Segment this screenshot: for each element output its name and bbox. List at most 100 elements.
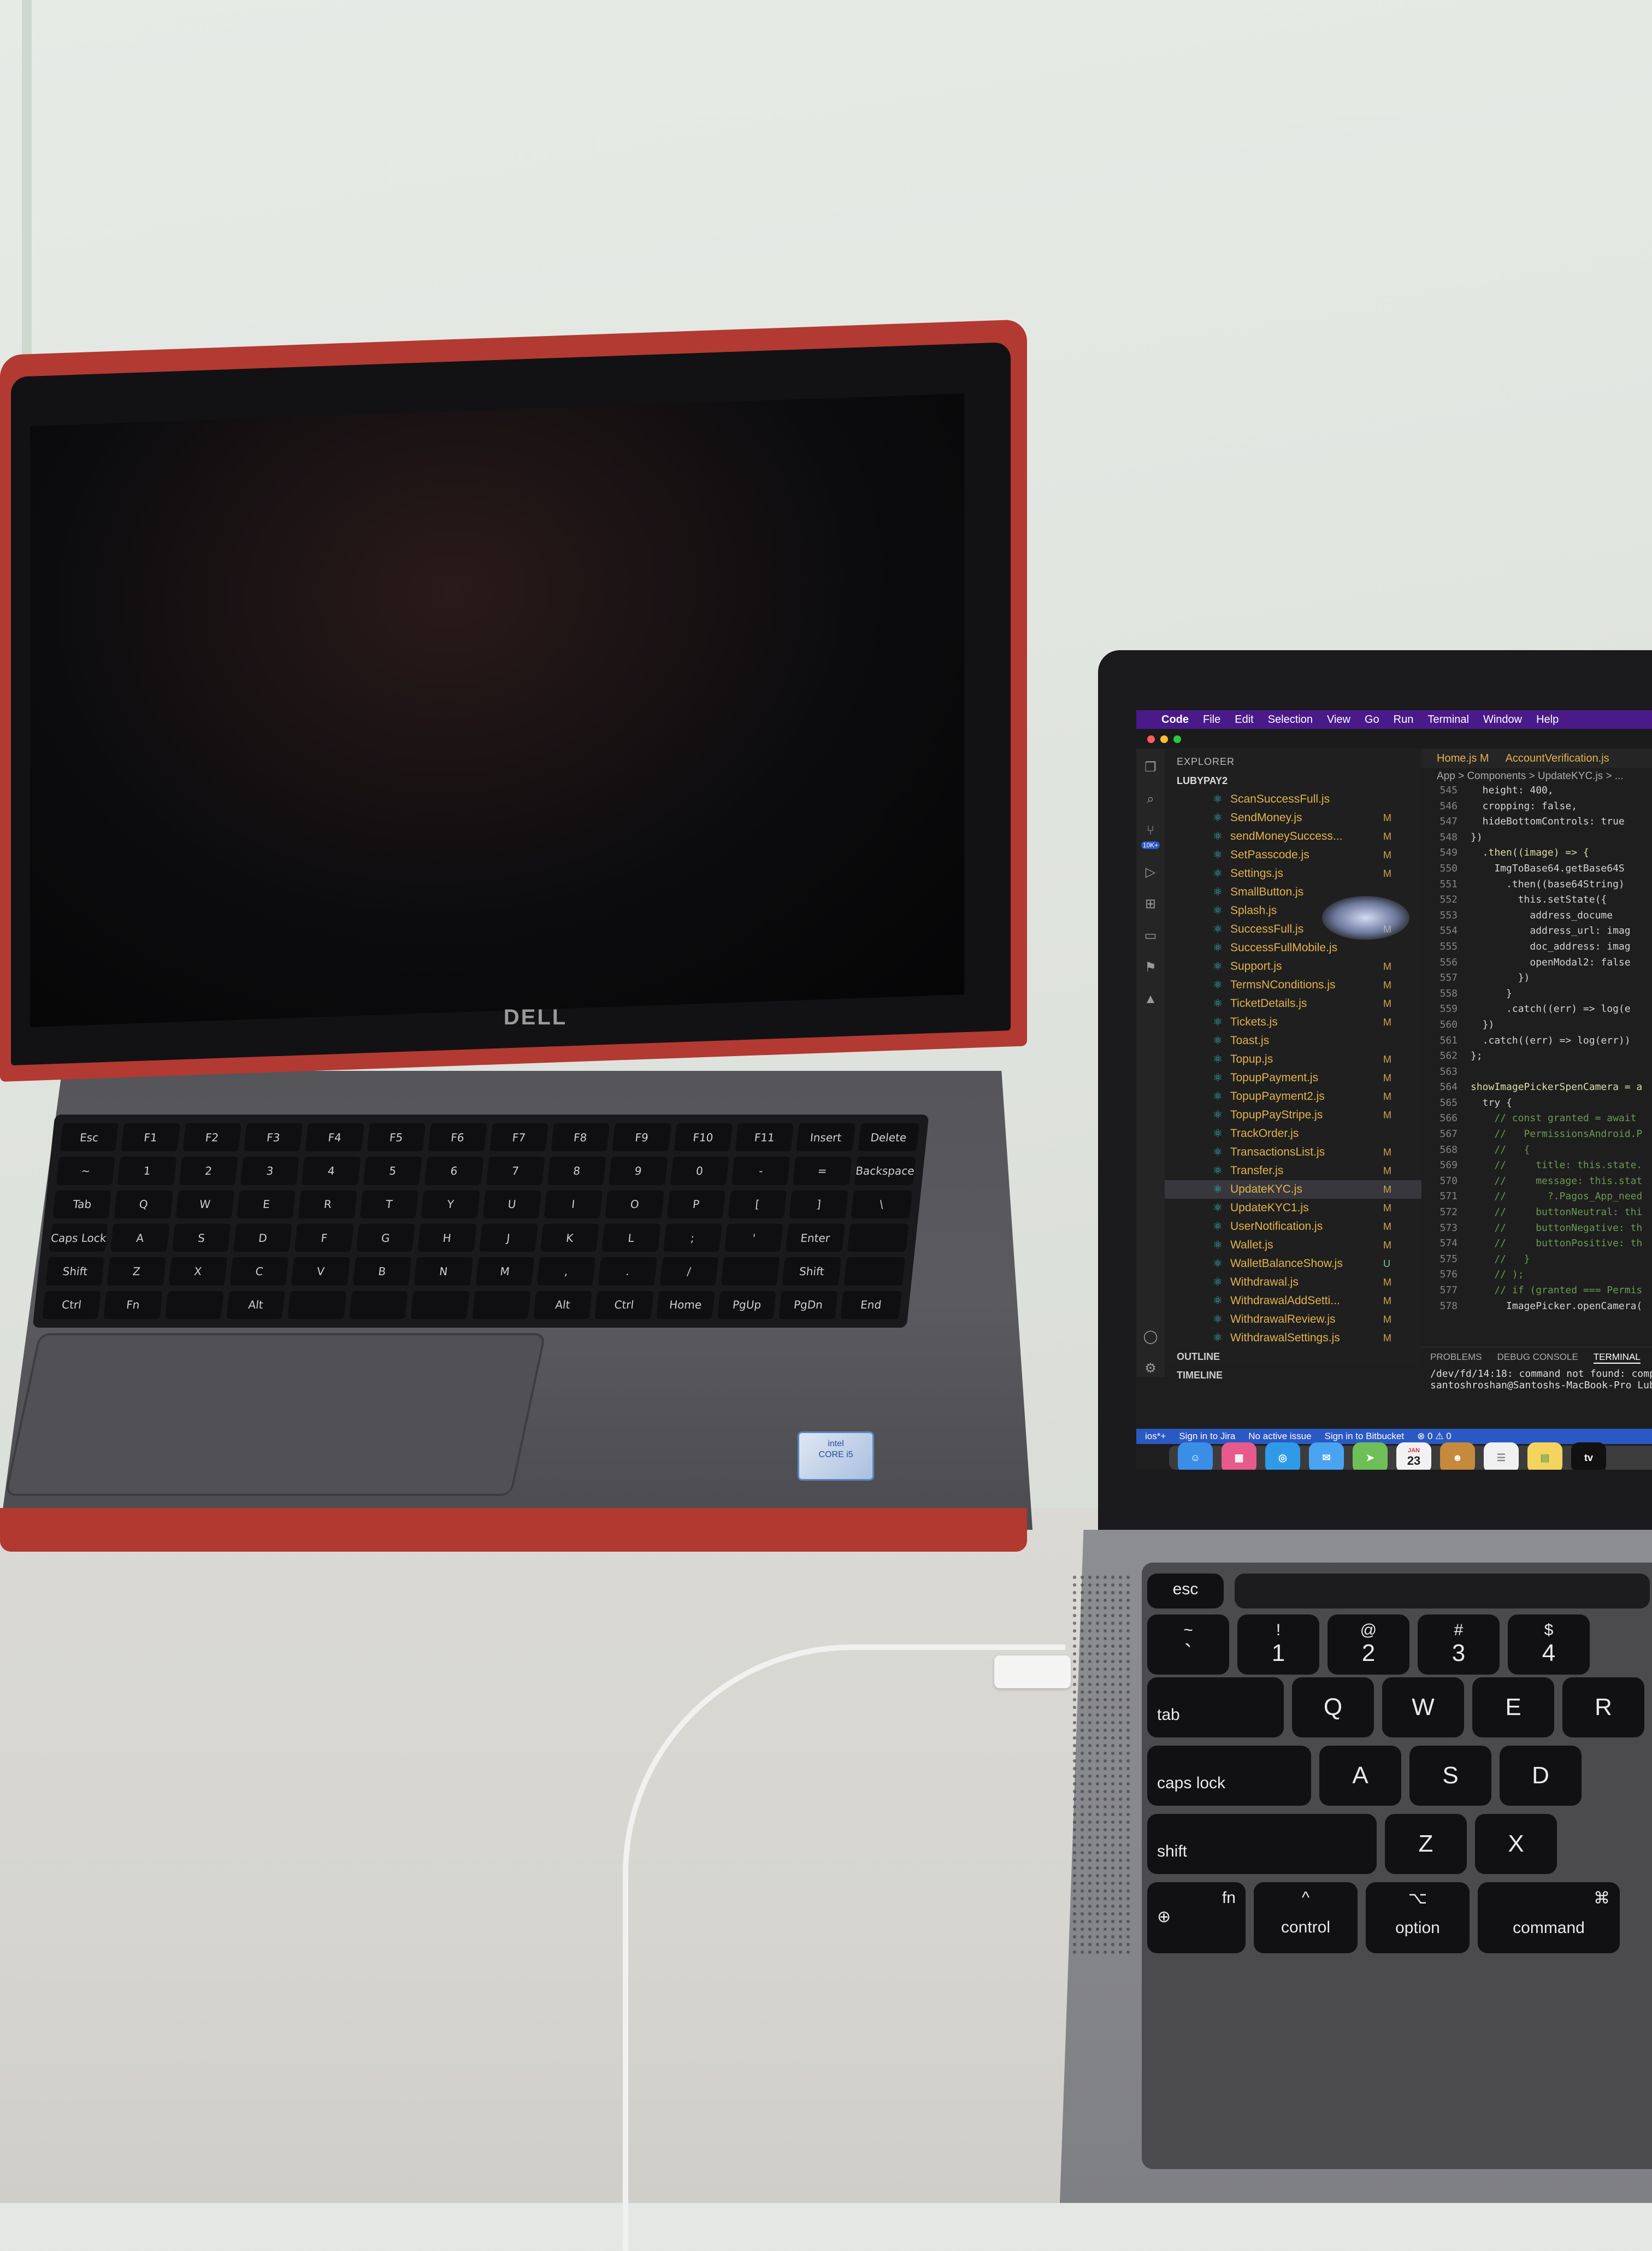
dell-key[interactable]: 5 (363, 1157, 422, 1185)
key-q[interactable]: Q (1292, 1677, 1374, 1737)
dell-key[interactable]: 8 (547, 1157, 606, 1185)
dell-key[interactable]: ' (724, 1223, 783, 1252)
dell-key[interactable]: ~ (56, 1157, 115, 1185)
option-key[interactable]: ⌥ option (1366, 1882, 1470, 1953)
minimize-button[interactable] (1160, 735, 1168, 743)
dell-key[interactable]: Shift (45, 1257, 105, 1286)
gear-icon[interactable]: ⚙ (1142, 1360, 1159, 1377)
dell-key[interactable]: U (482, 1190, 541, 1218)
panel-tab[interactable]: DEBUG CONSOLE (1497, 1352, 1578, 1364)
dell-key[interactable]: 2 (179, 1157, 238, 1185)
shift-key[interactable]: shift (1147, 1814, 1377, 1874)
control-key[interactable]: ^ control (1254, 1882, 1358, 1953)
file-item[interactable]: ⚛ ScanSuccessFull.js (1165, 790, 1421, 809)
dell-key[interactable]: End (840, 1291, 902, 1319)
dell-key[interactable]: Fn (103, 1291, 163, 1319)
dell-key[interactable] (843, 1257, 906, 1286)
dell-key[interactable]: E (237, 1190, 296, 1218)
dell-key[interactable]: W (175, 1190, 235, 1218)
dell-key[interactable]: \ (851, 1190, 912, 1218)
file-item[interactable]: ⚛ TopupPayment.js M (1165, 1069, 1421, 1087)
dell-key[interactable]: Esc (60, 1123, 119, 1152)
dell-key[interactable] (471, 1291, 531, 1319)
dell-key[interactable]: - (731, 1157, 790, 1185)
dell-key[interactable]: PgDn (778, 1291, 838, 1319)
explorer-icon[interactable]: ❐ (1142, 759, 1159, 776)
file-item[interactable]: ⚛ TicketDetails.js M (1165, 994, 1421, 1013)
key-1[interactable]: ! 1 (1237, 1614, 1319, 1675)
dell-key[interactable]: 0 (670, 1157, 729, 1185)
dell-key[interactable]: Ctrl (594, 1291, 654, 1319)
dell-key[interactable]: A (110, 1223, 170, 1252)
dell-key[interactable]: Insert (796, 1123, 856, 1152)
dell-key[interactable]: 6 (424, 1157, 483, 1185)
file-item[interactable]: ⚛ TopupPayStripe.js M (1165, 1106, 1421, 1124)
apple-tv-icon[interactable]: tv (1571, 1442, 1606, 1470)
dell-key[interactable]: F8 (551, 1123, 610, 1152)
mail-icon[interactable]: ✉ (1309, 1442, 1344, 1470)
dell-key[interactable]: Q (114, 1190, 173, 1218)
dell-key[interactable]: = (793, 1157, 852, 1185)
dell-key[interactable]: Caps Lock (49, 1223, 108, 1252)
menu-item-file[interactable]: File (1203, 714, 1220, 726)
file-item[interactable]: ⚛ TrackOrder.js (1165, 1124, 1421, 1143)
account-icon[interactable]: ◯ (1142, 1329, 1159, 1345)
dell-key[interactable]: T (359, 1190, 419, 1218)
dell-key[interactable]: 9 (609, 1157, 668, 1185)
dell-key[interactable]: ] (789, 1190, 848, 1218)
dell-key[interactable]: X (168, 1257, 228, 1286)
menu-item-go[interactable]: Go (1365, 714, 1379, 726)
file-item[interactable]: ⚛ TransactionsList.js M (1165, 1143, 1421, 1162)
file-item[interactable]: ⚛ UpdateKYC.js M (1165, 1180, 1421, 1199)
bookmark-icon[interactable]: ⚑ (1142, 959, 1159, 976)
extensions-icon[interactable]: ⊞ (1142, 896, 1159, 912)
dell-key[interactable]: V (291, 1257, 350, 1286)
timeline-section[interactable]: TIMELINE (1165, 1366, 1421, 1384)
file-item[interactable]: ⚛ Withdrawal.js M (1165, 1273, 1421, 1292)
file-item[interactable]: ⚛ UpdateKYC1.js M (1165, 1199, 1421, 1217)
caps-lock-key[interactable]: caps lock (1147, 1746, 1311, 1806)
key-2[interactable]: @2 (1328, 1614, 1409, 1675)
panel-tab[interactable]: PROBLEMS (1430, 1352, 1482, 1364)
tab-file[interactable]: AccountVerification.js (1506, 749, 1609, 768)
menu-item-view[interactable]: View (1327, 714, 1350, 726)
dell-key[interactable]: F4 (305, 1123, 364, 1152)
contacts-icon[interactable]: ☻ (1440, 1442, 1475, 1470)
reminders-icon[interactable]: ☰ (1484, 1442, 1519, 1470)
key-4[interactable]: $4 (1508, 1614, 1590, 1675)
dell-key[interactable]: ; (663, 1223, 722, 1252)
dell-key[interactable]: F10 (674, 1123, 733, 1152)
dell-key[interactable] (410, 1291, 470, 1319)
launchpad-icon[interactable]: ▦ (1222, 1442, 1256, 1470)
search-icon[interactable]: ⌕ (1142, 791, 1159, 808)
tab-key[interactable]: tab (1147, 1677, 1284, 1737)
dell-key[interactable]: P (666, 1190, 725, 1218)
menu-item-terminal[interactable]: Terminal (1427, 714, 1469, 726)
dell-key[interactable]: G (356, 1223, 415, 1252)
key-r[interactable]: R (1562, 1677, 1644, 1737)
breadcrumb[interactable]: App > Components > UpdateKYC.js > ... (1421, 768, 1652, 785)
code-view[interactable]: 545 height: 400, 546 cropping: false, 547 … (1421, 785, 1652, 1316)
key-d[interactable]: D (1500, 1746, 1582, 1806)
menu-item-edit[interactable]: Edit (1235, 714, 1253, 726)
key-w[interactable]: W (1382, 1677, 1464, 1737)
run-debug-icon[interactable]: ▷ (1142, 864, 1159, 881)
maps-icon[interactable]: ➤ (1353, 1442, 1388, 1470)
notes-icon[interactable]: ▤ (1527, 1442, 1562, 1470)
dell-key[interactable]: 1 (117, 1157, 177, 1185)
menu-item-help[interactable]: Help (1536, 714, 1559, 726)
dell-key[interactable]: Enter (786, 1223, 845, 1252)
file-item[interactable]: ⚛ Transfer.js M (1165, 1162, 1421, 1180)
panel-tab[interactable]: TERMINAL (1593, 1352, 1641, 1364)
dell-key[interactable]: Alt (226, 1291, 286, 1319)
dell-trackpad[interactable] (4, 1333, 546, 1496)
remote-explorer-icon[interactable]: ▭ (1142, 928, 1159, 944)
dell-key[interactable]: F (294, 1223, 354, 1252)
status-item[interactable]: ⊗ 0 ⚠ 0 (1417, 1431, 1452, 1442)
dell-key[interactable]: F9 (612, 1123, 671, 1152)
dell-key[interactable] (721, 1257, 780, 1286)
file-item[interactable]: ⚛ Wallet.js M (1165, 1236, 1421, 1254)
dell-key[interactable]: L (601, 1223, 661, 1252)
touch-bar[interactable] (1235, 1574, 1650, 1608)
finder-icon[interactable]: ☺ (1178, 1442, 1213, 1470)
